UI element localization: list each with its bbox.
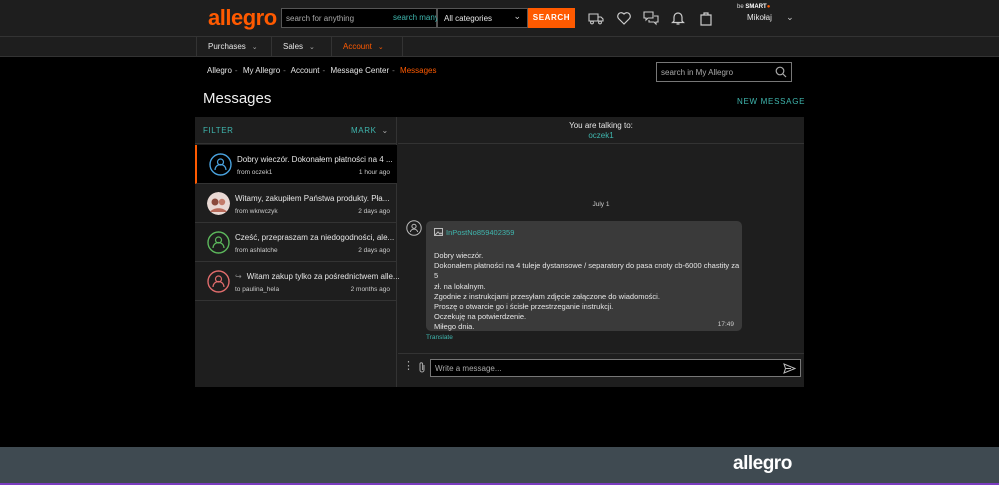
chevron-down-icon: ⌄ — [786, 12, 794, 22]
user-name: Mikołaj ⌄ — [747, 12, 794, 22]
category-select-value: All categories — [444, 14, 493, 23]
conversation-header: You are talking to: oczek1 — [398, 117, 804, 144]
talking-to-user[interactable]: oczek1 — [398, 131, 804, 140]
nav-bar: Purchases ⌄ Sales ⌄ Account ⌄ — [0, 37, 999, 57]
thread-item[interactable]: Cześć, przepraszam za niedogodności, ale… — [195, 223, 397, 262]
footer: allegro — [0, 447, 999, 485]
reply-arrow-icon: ↪ — [235, 272, 242, 281]
thread-snippet: Dobry wieczór. Dokonałem płatności na 4 … — [237, 155, 393, 164]
new-message-button[interactable]: NEW MESSAGE — [737, 97, 805, 106]
chevron-down-icon: ⌄ — [377, 44, 384, 51]
nav-sales[interactable]: Sales ⌄ — [271, 37, 331, 57]
page-title: Messages — [203, 90, 272, 107]
conversation: You are talking to: oczek1 July 1 InPost… — [398, 117, 804, 387]
messages-panel: FILTER MARK ⌄ Dobry wieczór. Dokonałem pł… — [195, 117, 804, 387]
thread-time: 2 days ago — [358, 247, 390, 254]
image-icon — [434, 228, 444, 236]
bell-icon[interactable] — [670, 10, 686, 26]
thread-time: 1 hour ago — [358, 169, 390, 176]
thread-item[interactable]: ↪ Witam zakup tylko za pośrednictwem alle… — [195, 262, 400, 301]
allegro-logo[interactable]: allegro — [208, 5, 277, 31]
nav-purchases[interactable]: Purchases ⌄ — [196, 37, 270, 57]
chevron-down-icon: ⌄ — [309, 44, 315, 51]
message-input[interactable]: Write a message... — [430, 359, 801, 377]
thread-from: from wkrwczyk — [235, 208, 278, 215]
footer-logo[interactable]: allegro — [733, 453, 792, 475]
message-time: 17:49 — [717, 321, 734, 328]
thread-from: from ashlatche — [235, 247, 278, 254]
divider — [398, 353, 804, 354]
nav-account[interactable]: Account ⌄ — [331, 37, 403, 57]
top-bar: allegro search for anything search many … — [0, 0, 999, 37]
search-icon[interactable] — [775, 66, 787, 78]
thread-item[interactable]: Witamy, zakupiłem Państwa produkty. Pła.… — [195, 184, 397, 223]
breadcrumb-my-allegro[interactable]: My Allegro — [243, 66, 280, 75]
chevron-down-icon: ⌄ — [381, 126, 389, 135]
thread-from: to paulina_hela — [235, 286, 280, 293]
thread-list: FILTER MARK ⌄ Dobry wieczór. Dokonałem pł… — [195, 117, 400, 387]
thread-from: from oczek1 — [237, 169, 273, 176]
cart-icon[interactable] — [698, 10, 714, 26]
send-icon[interactable] — [783, 363, 796, 374]
thread-time: 2 days ago — [358, 208, 390, 215]
message-bubble: InPostNo859402359 Dobry wieczór. Dokonał… — [426, 221, 742, 331]
user-avatar-icon — [207, 231, 230, 254]
thread-snippet: Witamy, zakupiłem Państwa produkty. Pła.… — [235, 194, 390, 203]
user-menu[interactable]: be SMART● Mikołaj ⌄ — [737, 4, 794, 23]
user-avatar-icon — [207, 270, 230, 293]
paperclip-icon[interactable] — [417, 361, 427, 373]
message-body: Dobry wieczór. Dokonałem płatności na 4 … — [434, 251, 740, 332]
breadcrumb-message-center[interactable]: Message Center — [330, 66, 389, 75]
thread-snippet: ↪ Witam zakup tylko za pośrednictwem alle… — [235, 272, 400, 281]
talking-to-label: You are talking to: — [569, 121, 633, 130]
be-smart-badge: be SMART● — [737, 4, 771, 10]
thread-snippet: Cześć, przepraszam za niedogodności, ale… — [235, 233, 395, 242]
heart-icon[interactable] — [616, 10, 632, 26]
sender-avatar-icon — [406, 220, 422, 236]
user-avatar-icon — [209, 153, 232, 176]
breadcrumb: Allegro - My Allegro - Account - Message Ce… — [207, 66, 437, 75]
truck-icon[interactable] — [588, 10, 604, 26]
photo-avatar — [207, 192, 230, 215]
search-button[interactable]: SEARCH — [528, 8, 575, 28]
filter-button[interactable]: FILTER — [203, 126, 234, 135]
breadcrumb-account[interactable]: Account — [291, 66, 320, 75]
search-my-allegro-input[interactable]: search in My Allegro — [656, 62, 792, 82]
filter-bar: FILTER MARK ⌄ — [195, 117, 397, 144]
thread-item[interactable]: Dobry wieczór. Dokonałem płatności na 4 … — [195, 145, 397, 184]
chevron-down-icon: ⌄ — [513, 11, 521, 21]
translate-link[interactable]: Translate — [426, 334, 453, 341]
chat-icon[interactable] — [643, 10, 659, 26]
date-separator: July 1 — [592, 201, 610, 208]
mark-button[interactable]: MARK ⌄ — [351, 126, 389, 135]
thread-time: 2 months ago — [350, 286, 390, 293]
breadcrumb-messages: Messages — [400, 66, 437, 75]
more-options-icon[interactable]: ⋮ — [403, 361, 414, 372]
breadcrumb-allegro[interactable]: Allegro — [207, 66, 232, 75]
search-many-toggle[interactable]: search many — [393, 13, 439, 22]
attachment-link[interactable]: InPostNo859402359 — [434, 228, 514, 237]
chevron-down-icon: ⌄ — [251, 44, 258, 51]
category-select[interactable]: All categories ⌄ — [437, 8, 528, 28]
